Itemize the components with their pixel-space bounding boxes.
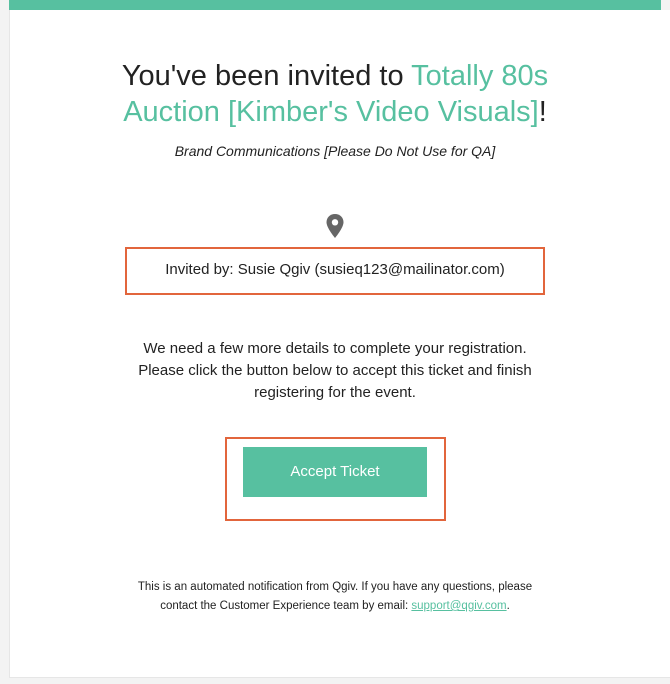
accent-top-bar <box>9 0 661 10</box>
accept-ticket-button[interactable]: Accept Ticket <box>243 447 427 497</box>
registration-details: We need a few more details to complete y… <box>0 338 670 404</box>
footer-notice: This is an automated notification from Q… <box>0 578 670 616</box>
map-pin-icon <box>326 214 344 238</box>
footer-line2-suffix: . <box>506 600 510 612</box>
details-line: registering for the event. <box>254 384 416 401</box>
organization-name: Brand Communications [Please Do Not Use … <box>174 143 496 159</box>
footer-line: This is an automated notification from Q… <box>137 581 533 593</box>
invited-by-text: Invited by: Susie Qgiv (susieq123@mailin… <box>165 261 505 278</box>
invitation-heading: You've been invited to Totally 80s Aucti… <box>0 58 670 130</box>
footer-line: contact the Customer Experience team by … <box>0 597 670 616</box>
details-line: We need a few more details to complete y… <box>143 340 527 357</box>
heading-prefix: You've been invited to <box>121 60 412 92</box>
heading-suffix: ! <box>538 96 547 128</box>
event-name-line2: Auction [Kimber's Video Visuals] <box>123 96 539 128</box>
event-name-line1: Totally 80s <box>411 60 549 92</box>
details-line: Please click the button below to accept … <box>138 362 532 379</box>
support-email-link[interactable]: support@qgiv.com <box>411 600 506 612</box>
footer-line2-prefix: contact the Customer Experience team by … <box>160 600 412 612</box>
